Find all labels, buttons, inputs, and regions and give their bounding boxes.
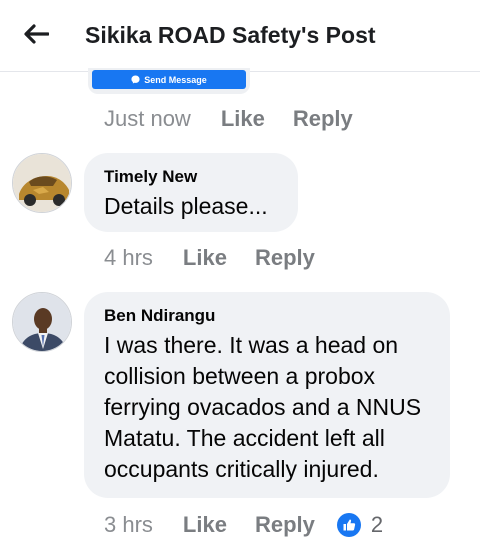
avatar-timely-new[interactable] [12,153,72,213]
comment-bubble[interactable]: Timely New Details please... [84,153,298,232]
like-button[interactable]: Like [183,245,227,271]
comment-bubble[interactable]: Ben Ndirangu I was there. It was a head … [84,292,450,498]
reply-button[interactable]: Reply [255,245,315,271]
reaction-summary[interactable]: 2 [336,512,384,538]
comment-timestamp: 3 hrs [104,512,153,537]
comment-actions: 4 hrs Like Reply [104,244,315,272]
avatar-image [13,154,71,212]
send-message-button[interactable]: Send Message [92,70,246,89]
avatar-image [13,293,71,351]
back-button[interactable] [16,16,56,52]
like-button[interactable]: Like [183,512,227,538]
reply-button[interactable]: Reply [293,106,353,132]
avatar-ben-ndirangu[interactable] [12,292,72,352]
send-message-label: Send Message [144,74,207,85]
page-title: Sikika ROAD Safety's Post [85,22,376,48]
comment-actions: 3 hrs Like Reply 2 [104,511,383,539]
comment-author[interactable]: Timely New [104,167,278,187]
comment-timestamp: Just now [104,106,191,131]
arrow-left-icon [24,24,49,44]
messenger-icon [131,75,140,84]
comment-text: I was there. It was a head on collision … [104,332,422,482]
post-header: Sikika ROAD Safety's Post [0,0,480,72]
reaction-count: 2 [370,512,384,537]
reply-button[interactable]: Reply [255,512,315,538]
comment-author[interactable]: Ben Ndirangu [104,306,430,326]
comment-timestamp: 4 hrs [104,245,153,270]
comment-text: Details please... [104,193,268,219]
shared-post-card: Send Message [88,68,250,94]
like-button[interactable]: Like [221,106,265,132]
comment-actions: Just now Like Reply [104,105,353,133]
thumbs-up-icon [336,513,361,537]
